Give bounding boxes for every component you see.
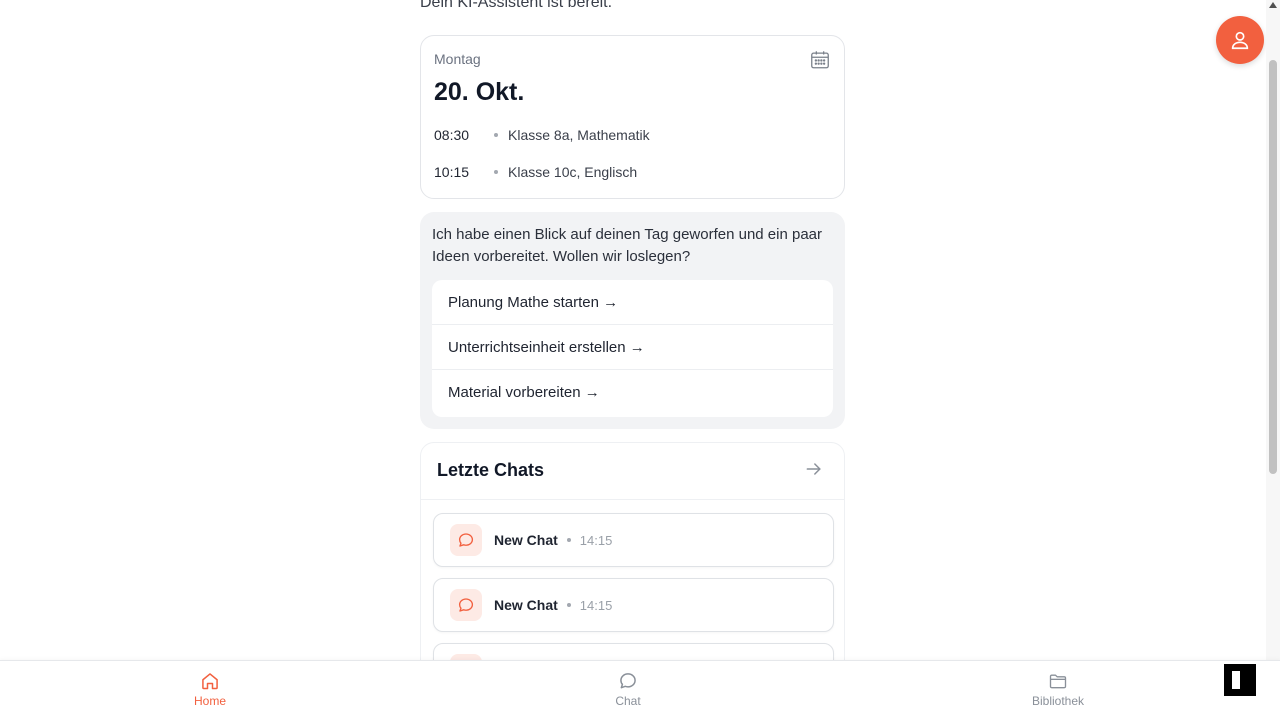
calendar-icon[interactable] xyxy=(809,49,831,71)
nav-label-chat: Chat xyxy=(615,694,641,708)
chat-icon xyxy=(620,673,636,689)
calendar-event[interactable]: 08:30 Klasse 8a, Mathematik xyxy=(434,127,650,143)
user-icon xyxy=(1231,31,1249,50)
bottom-navigation: Home Chat Bibliothek xyxy=(0,660,1280,720)
event-description: Klasse 10c, Englisch xyxy=(508,164,638,180)
bullet-dot xyxy=(494,170,498,174)
chat-time: 14:15 xyxy=(579,532,613,548)
scrollbar-thumb[interactable] xyxy=(1269,60,1277,474)
chat-list-item-partial[interactable] xyxy=(433,643,834,660)
recent-chats-card: Letzte Chats New Chat 14:15 New Chat 14:… xyxy=(420,442,845,660)
recent-chats-header: Letzte Chats xyxy=(421,443,844,500)
page-subtitle: Dein KI-Assistent ist bereit. xyxy=(420,0,613,11)
action-start-math-planning[interactable]: Planung Mathe starten → xyxy=(432,280,833,325)
calendar-weekday: Montag xyxy=(434,51,481,67)
scroll-up-arrow-icon[interactable] xyxy=(1269,2,1277,8)
recent-chats-title: Letzte Chats xyxy=(437,460,545,480)
assistant-suggestion-card: Ich habe einen Blick auf deinen Tag gewo… xyxy=(420,212,845,429)
folder-icon xyxy=(1049,674,1067,689)
bullet-dot xyxy=(566,603,571,607)
calendar-date: 20. Okt. xyxy=(434,78,525,106)
assistant-message: Ich habe einen Blick auf deinen Tag gewo… xyxy=(432,226,823,265)
chat-bubble-icon xyxy=(450,524,482,556)
chat-name: New Chat xyxy=(494,532,558,548)
bullet-dot xyxy=(494,133,498,137)
profile-button[interactable] xyxy=(1216,16,1264,64)
calendar-card: Montag 20. Okt. 08:30 Klasse 8a, Mathema xyxy=(420,35,845,199)
event-description: Klasse 8a, Mathematik xyxy=(508,127,650,143)
calendar-event[interactable]: 10:15 Klasse 10c, Englisch xyxy=(434,164,637,180)
arrow-right-icon[interactable] xyxy=(804,459,824,479)
chat-list-item[interactable]: New Chat 14:15 xyxy=(433,578,834,632)
nav-item-library[interactable]: Bibliothek xyxy=(1018,671,1098,708)
nav-item-chat[interactable]: Chat xyxy=(588,671,668,708)
bullet-dot xyxy=(566,538,571,542)
corner-widget[interactable] xyxy=(1224,664,1256,696)
nav-label-library: Bibliothek xyxy=(1031,694,1085,708)
action-prepare-material[interactable]: Material vorbereiten → xyxy=(432,370,833,415)
event-time: 10:15 xyxy=(434,164,470,180)
home-icon xyxy=(202,673,218,690)
nav-item-home[interactable]: Home xyxy=(170,671,250,708)
chat-name: New Chat xyxy=(494,597,558,613)
chat-time: 14:15 xyxy=(579,597,613,613)
suggested-actions-list: Planung Mathe starten → Unterrichtseinhe… xyxy=(432,280,833,417)
chat-bubble-icon xyxy=(450,589,482,621)
widget-bar-icon xyxy=(1232,671,1240,689)
vertical-scrollbar[interactable] xyxy=(1266,0,1280,660)
nav-label-home: Home xyxy=(193,694,226,708)
main-scroll-area: Dein KI-Assistent ist bereit. Montag 20.… xyxy=(0,0,1266,660)
action-create-lesson-unit[interactable]: Unterrichtseinheit erstellen → xyxy=(432,325,833,370)
event-time: 08:30 xyxy=(434,127,470,143)
chat-list-item[interactable]: New Chat 14:15 xyxy=(433,513,834,567)
